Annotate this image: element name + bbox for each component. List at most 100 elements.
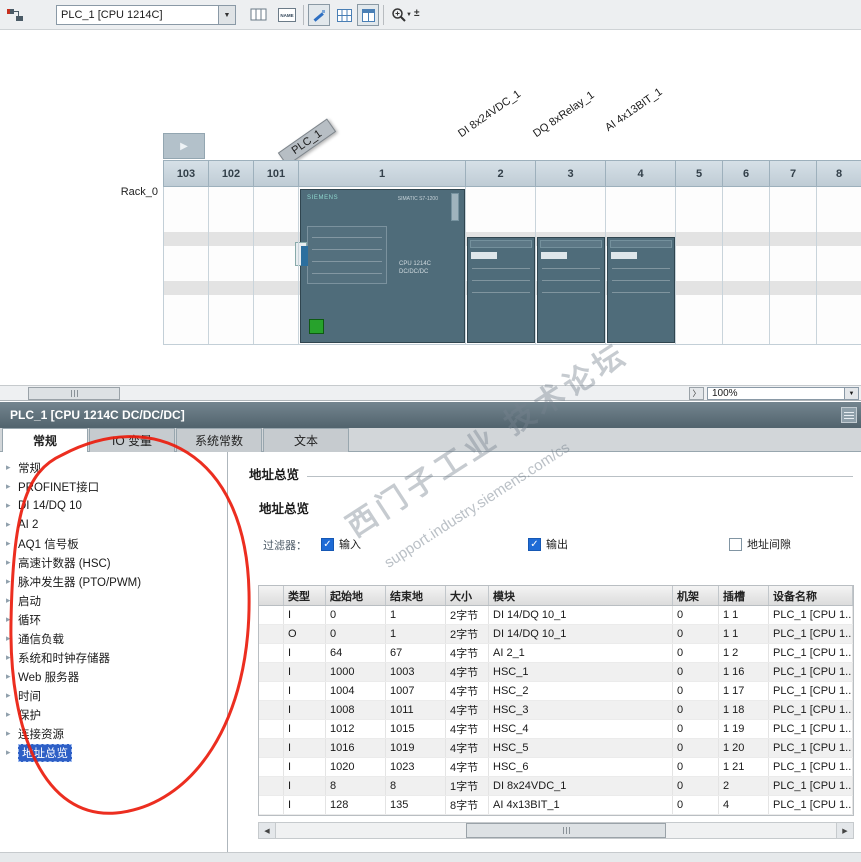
horizontal-scrollbar-thumb[interactable] (28, 387, 120, 400)
scrollbar-thumb[interactable] (466, 823, 666, 838)
slot-cell-101[interactable] (254, 187, 299, 344)
chevron-down-icon[interactable]: ▼ (844, 388, 858, 399)
row-selector-cell[interactable] (259, 625, 284, 643)
column-header[interactable]: 起始地 (326, 586, 386, 605)
slot-header-8[interactable]: 8 (817, 160, 861, 187)
zoom-plus-minus-icon[interactable]: ± (414, 8, 420, 19)
table-row[interactable]: I 128 135 8字节 AI 4x13BIT_1 0 4 PLC_1 [CPU 1... (259, 796, 853, 815)
slot-cell-3[interactable] (536, 187, 606, 344)
row-selector-cell[interactable] (259, 663, 284, 681)
device-select-combo[interactable]: PLC_1 [CPU 1214C] ▼ (56, 5, 236, 25)
nav-item[interactable]: ▸ Web 服务器 (0, 667, 227, 686)
row-selector-cell[interactable] (259, 606, 284, 624)
slot-header-5[interactable]: 5 (676, 160, 723, 187)
slot-header-1[interactable]: 1 (299, 160, 466, 187)
column-header[interactable]: 类型 (284, 586, 326, 605)
module-tag-slot4[interactable]: AI 4x13BIT_1 (603, 86, 664, 134)
row-selector-cell[interactable] (259, 682, 284, 700)
checkbox-icon[interactable] (729, 537, 742, 551)
row-selector-cell[interactable] (259, 701, 284, 719)
slot-cell-4[interactable] (606, 187, 676, 344)
column-header[interactable]: 大小 (446, 586, 489, 605)
table-row[interactable]: I 1012 1015 4字节 HSC_4 0 1 19 PLC_1 [CPU 1... (259, 720, 853, 739)
slot-cell-6[interactable] (723, 187, 770, 344)
nav-item[interactable]: ▸ 脉冲发生器 (PTO/PWM) (0, 572, 227, 591)
tab-1[interactable]: IO 变量 (89, 428, 175, 452)
nav-item[interactable]: ▸ 循环 (0, 610, 227, 629)
address-labels-icon[interactable] (248, 4, 270, 26)
tab-3[interactable]: 文本 (263, 428, 349, 452)
column-header[interactable]: 模块 (489, 586, 673, 605)
table-row[interactable]: I 1008 1011 4字节 HSC_3 0 1 18 PLC_1 [CPU 1... (259, 701, 853, 720)
module-tag-slot2[interactable]: DI 8x24VDC_1 (456, 88, 523, 140)
nav-item[interactable]: ▸ DI 14/DQ 10 (0, 496, 227, 515)
row-selector-cell[interactable] (259, 644, 284, 662)
table-row[interactable]: I 1004 1007 4字节 HSC_2 0 1 17 PLC_1 [CPU 1... (259, 682, 853, 701)
row-selector-cell[interactable] (259, 777, 284, 795)
column-header[interactable]: 设备名称 (769, 586, 853, 605)
scroll-right-icon[interactable]: ▶ (836, 823, 853, 838)
properties-window-icon[interactable] (841, 407, 857, 423)
scroll-left-icon[interactable]: ◀ (259, 823, 276, 838)
nav-item[interactable]: ▸ 高速计数器 (HSC) (0, 553, 227, 572)
chevron-down-icon[interactable]: ▼ (218, 6, 235, 24)
checkbox-icon[interactable]: ✓ (321, 537, 334, 551)
module-tag-slot3[interactable]: DQ 8xRelay_1 (531, 89, 596, 140)
table-row[interactable]: I 1016 1019 4字节 HSC_5 0 1 20 PLC_1 [CPU 1... (259, 739, 853, 758)
module-tag-plc[interactable]: PLC_1 (277, 118, 336, 166)
network-connect-icon[interactable] (4, 4, 26, 26)
slot-cell-5[interactable] (676, 187, 723, 344)
filter-option[interactable]: 地址间隙 (729, 536, 791, 552)
nav-item[interactable]: ▸ 启动 (0, 591, 227, 610)
nav-item[interactable]: ▸ 时间 (0, 686, 227, 705)
slot-cell-103[interactable] (164, 187, 209, 344)
column-view-icon[interactable] (357, 4, 379, 26)
row-selector-cell[interactable] (259, 739, 284, 757)
slot-cell-1[interactable] (299, 187, 466, 344)
tab-0[interactable]: 常规 (2, 428, 88, 452)
table-row[interactable]: O 0 1 2字节 DI 14/DQ 10_1 0 1 1 PLC_1 [CPU 1... (259, 625, 853, 644)
row-selector-cell[interactable] (259, 796, 284, 814)
table-row[interactable]: I 0 1 2字节 DI 14/DQ 10_1 0 1 1 PLC_1 [CPU 1... (259, 606, 853, 625)
slot-header-3[interactable]: 3 (536, 160, 606, 187)
slot-cell-102[interactable] (209, 187, 254, 344)
scrollbar-track[interactable] (276, 823, 836, 838)
highlight-io-icon[interactable] (308, 4, 330, 26)
zoom-dropdown-icon[interactable]: ▼ (406, 12, 412, 18)
nav-item[interactable]: ▸ 保护 (0, 705, 227, 724)
nav-item[interactable]: ▸ 系统和时钟存储器 (0, 648, 227, 667)
nav-item[interactable]: ▸ AQ1 信号板 (0, 534, 227, 553)
row-selector-cell[interactable] (259, 720, 284, 738)
table-row[interactable]: I 8 8 1字节 DI 8x24VDC_1 0 2 PLC_1 [CPU 1... (259, 777, 853, 796)
slot-header-102[interactable]: 102 (209, 160, 254, 187)
name-tag-icon[interactable]: NAME (276, 4, 298, 26)
slot-header-2[interactable]: 2 (466, 160, 536, 187)
slot-cell-7[interactable] (770, 187, 817, 344)
slot-header-4[interactable]: 4 (606, 160, 676, 187)
slot-cell-2[interactable] (466, 187, 536, 344)
nav-item[interactable]: ▸ 连接资源 (0, 724, 227, 743)
nav-item[interactable]: ▸ PROFINET接口 (0, 477, 227, 496)
table-row[interactable]: I 64 67 4字节 AI 2_1 0 1 2 PLC_1 [CPU 1... (259, 644, 853, 663)
column-header[interactable]: 插槽 (719, 586, 769, 605)
column-header[interactable]: 结束地 (386, 586, 446, 605)
slot-header-101[interactable]: 101 (254, 160, 299, 187)
nav-item[interactable]: ▸ 常规 (0, 458, 227, 477)
filter-option[interactable]: ✓ 输出 (528, 536, 568, 552)
slot-header-7[interactable]: 7 (770, 160, 817, 187)
table-row[interactable]: I 1020 1023 4字节 HSC_6 0 1 21 PLC_1 [CPU 1... (259, 758, 853, 777)
rack-expander-button[interactable]: ▶ (163, 133, 205, 159)
table-horizontal-scrollbar[interactable]: ◀ ▶ (258, 822, 854, 839)
slot-header-6[interactable]: 6 (723, 160, 770, 187)
slot-header-103[interactable]: 103 (164, 160, 209, 187)
column-header[interactable]: 机架 (673, 586, 719, 605)
tab-2[interactable]: 系统常数 (176, 428, 262, 452)
zoom-level-combo[interactable]: 100% ▼ (707, 387, 859, 400)
nav-item[interactable]: ▸ AI 2 (0, 515, 227, 534)
grid-view-icon[interactable] (333, 4, 355, 26)
row-selector-cell[interactable] (259, 758, 284, 776)
table-row[interactable]: I 1000 1003 4字节 HSC_1 0 1 16 PLC_1 [CPU 1... (259, 663, 853, 682)
checkbox-icon[interactable]: ✓ (528, 537, 541, 551)
expand-panel-button[interactable]: 〉 (689, 387, 704, 400)
filter-option[interactable]: ✓ 输入 (321, 536, 361, 552)
